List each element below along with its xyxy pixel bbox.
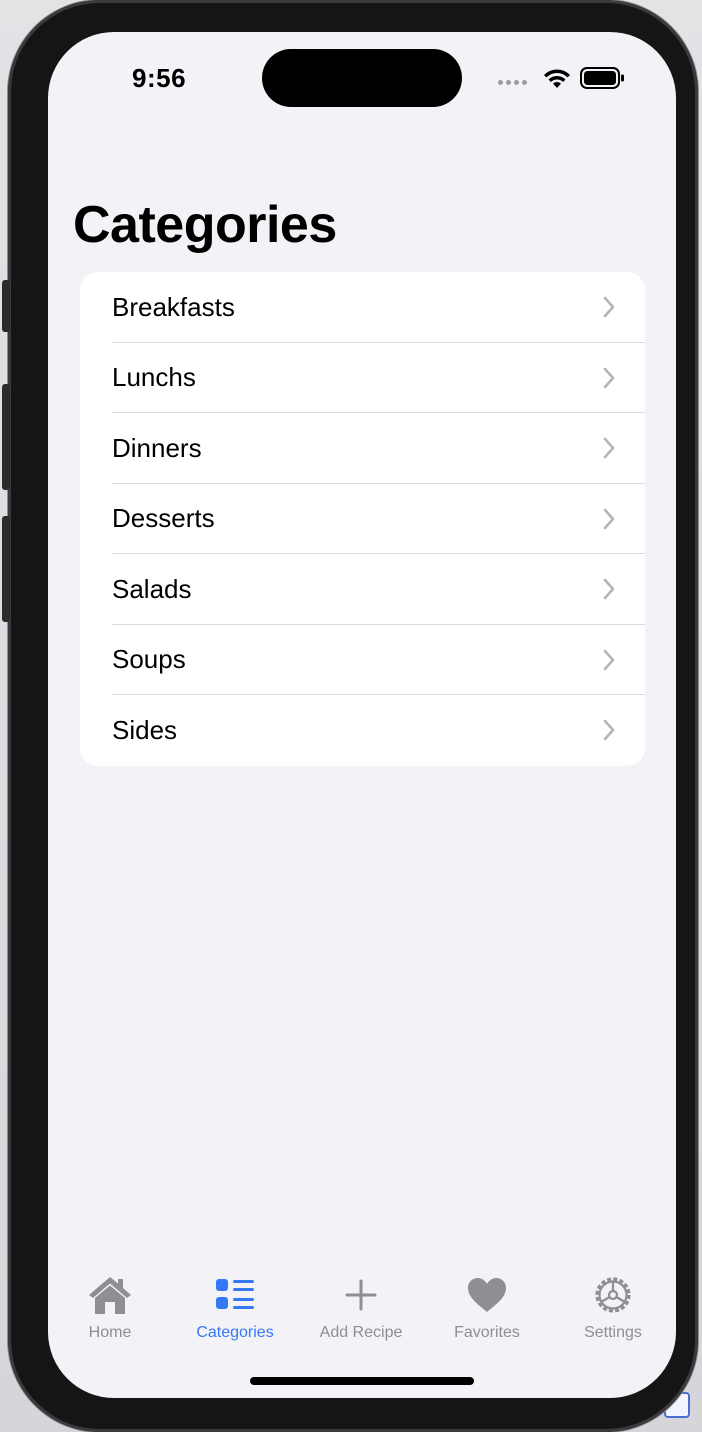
category-label: Breakfasts [112, 291, 235, 322]
category-row-breakfasts[interactable]: Breakfasts [80, 272, 645, 343]
volume-up-button [2, 384, 10, 490]
action-button [2, 280, 10, 332]
gear-icon [595, 1277, 631, 1313]
tab-label: Home [88, 1324, 132, 1341]
chevron-right-icon [603, 578, 615, 600]
status-bar: 9:56 [48, 32, 676, 122]
tab-add-recipe[interactable]: Add Recipe [301, 1272, 421, 1342]
tab-label: Settings [584, 1324, 642, 1341]
category-row-salads[interactable]: Salads [80, 554, 645, 625]
tab-favorites[interactable]: Favorites [427, 1272, 547, 1342]
tab-label: Favorites [454, 1324, 520, 1341]
tab-bar: Home Categories Add Recipe Favorites Set… [48, 1258, 676, 1368]
category-row-lunchs[interactable]: Lunchs [80, 343, 645, 413]
category-label: Lunchs [112, 362, 196, 393]
category-list: Breakfasts Lunchs Dinners Desserts Salad [80, 272, 645, 766]
chevron-right-icon [603, 437, 615, 459]
chevron-right-icon [603, 649, 615, 670]
category-row-dinners[interactable]: Dinners [80, 413, 645, 484]
category-row-soups[interactable]: Soups [80, 625, 645, 695]
category-label: Soups [112, 644, 186, 675]
status-time: 9:56 [132, 63, 187, 93]
tab-categories[interactable]: Categories [175, 1272, 295, 1342]
heart-icon [468, 1278, 506, 1312]
battery-icon [580, 67, 624, 89]
house-icon [89, 1277, 131, 1314]
list-icon [216, 1279, 254, 1309]
chevron-right-icon [603, 508, 615, 529]
screen: 9:56 Categories Breakfasts Lunchs Dinner… [48, 32, 676, 1398]
plus-icon [345, 1279, 377, 1311]
tab-label: Categories [196, 1324, 274, 1341]
page-title: Categories [73, 196, 337, 254]
volume-down-button [2, 516, 10, 622]
cellular-signal-icon [498, 80, 527, 85]
chevron-right-icon [603, 719, 615, 741]
tab-home[interactable]: Home [50, 1272, 170, 1342]
category-label: Dinners [112, 432, 202, 463]
wifi-icon [544, 69, 570, 88]
category-row-desserts[interactable]: Desserts [80, 484, 645, 554]
chevron-right-icon [603, 367, 615, 388]
category-row-sides[interactable]: Sides [80, 695, 645, 766]
category-label: Salads [112, 573, 192, 604]
home-indicator[interactable] [250, 1377, 474, 1385]
chevron-right-icon [603, 296, 615, 318]
category-label: Sides [112, 714, 178, 745]
tab-label: Add Recipe [319, 1324, 403, 1341]
category-label: Desserts [112, 503, 215, 534]
tab-settings[interactable]: Settings [553, 1272, 673, 1342]
dynamic-island [262, 49, 462, 107]
phone-frame: 9:56 Categories Breakfasts Lunchs Dinner… [2, 0, 698, 1432]
